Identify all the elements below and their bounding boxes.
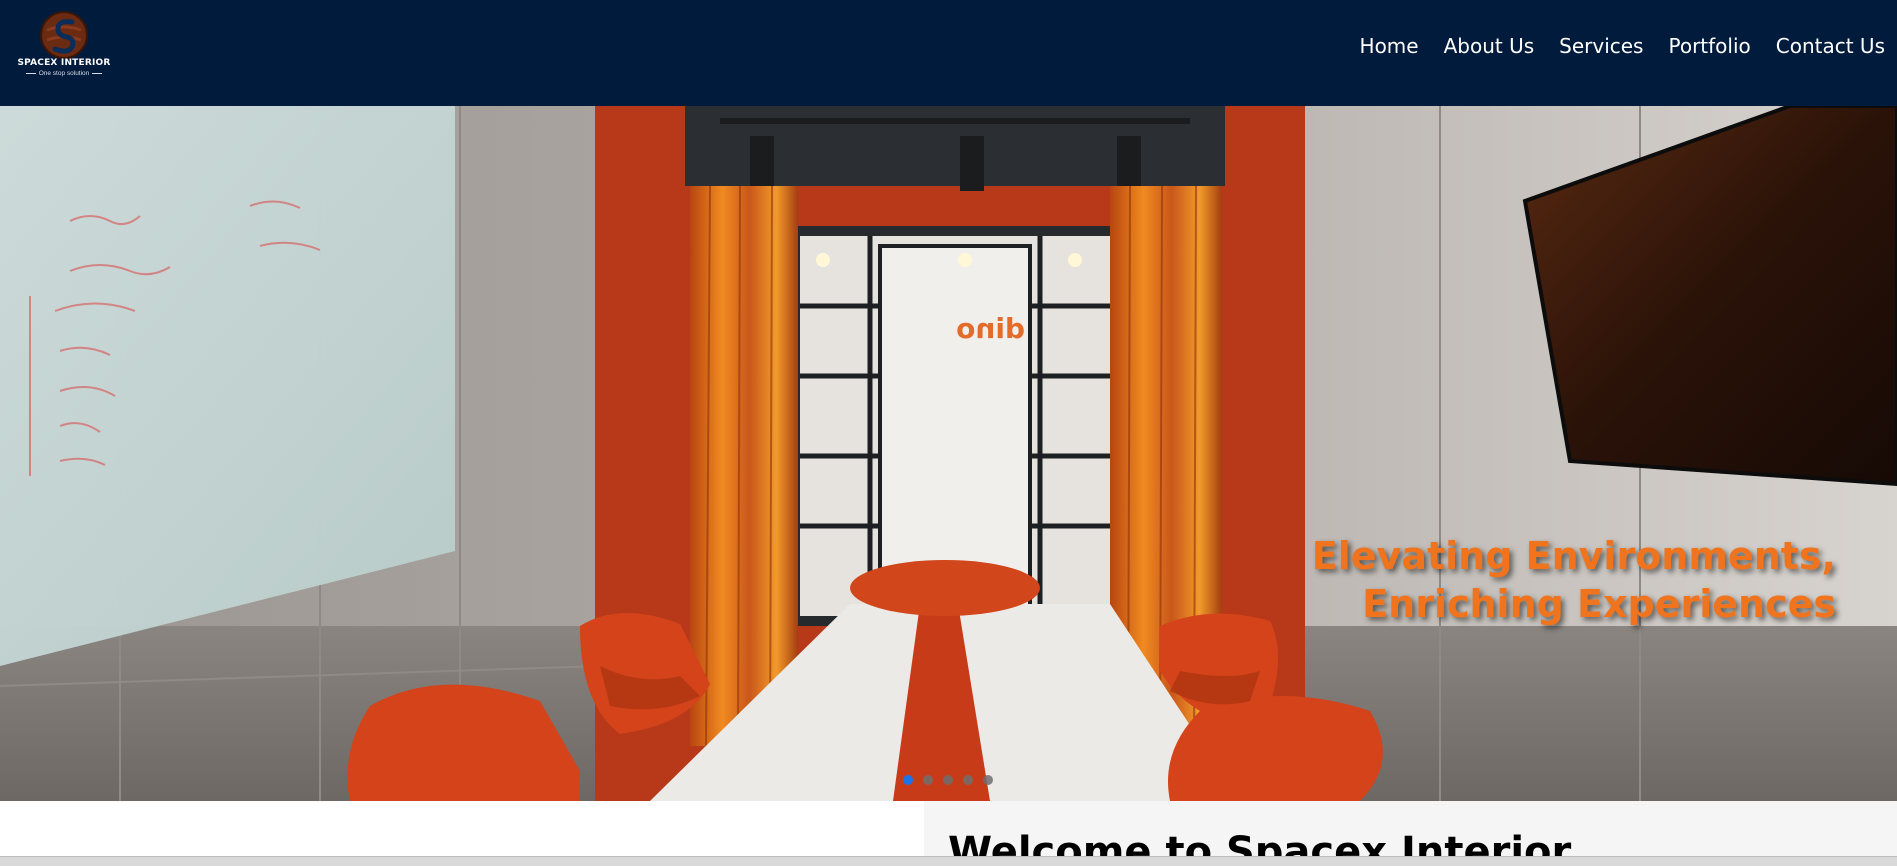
hero-headline-line-2: Enriching Experiences [1362, 582, 1836, 626]
hero-headline: Elevating Environments, Enriching Experi… [1312, 532, 1836, 628]
carousel-dot-3[interactable] [943, 775, 953, 785]
meeting-room-photo: dino [0, 106, 1897, 801]
carousel-indicators [903, 775, 993, 785]
carousel-dot-2[interactable] [923, 775, 933, 785]
carousel-dot-5[interactable] [983, 775, 993, 785]
top-navbar: SPACEX INTERIOR One stop solution Home A… [0, 0, 1897, 106]
nav-link-about-us[interactable]: About Us [1444, 34, 1535, 58]
main-nav: Home About Us Services Portfolio Contact… [1360, 34, 1885, 58]
nav-link-contact-us[interactable]: Contact Us [1776, 34, 1885, 58]
hero-carousel[interactable]: dino Elevating Environments, Enriching E… [0, 106, 1897, 801]
brand-tagline: One stop solution [12, 70, 116, 77]
svg-text:dino: dino [956, 312, 1025, 345]
nav-link-portfolio[interactable]: Portfolio [1668, 34, 1750, 58]
brand-logo[interactable]: SPACEX INTERIOR One stop solution [12, 10, 116, 82]
hero-headline-line-1: Elevating Environments, [1311, 534, 1836, 578]
carousel-dot-4[interactable] [963, 775, 973, 785]
logo-mark-icon [40, 11, 88, 59]
carousel-dot-1[interactable] [903, 775, 913, 785]
brand-name: SPACEX INTERIOR [17, 58, 111, 68]
nav-link-home[interactable]: Home [1360, 34, 1419, 58]
nav-link-services[interactable]: Services [1559, 34, 1643, 58]
